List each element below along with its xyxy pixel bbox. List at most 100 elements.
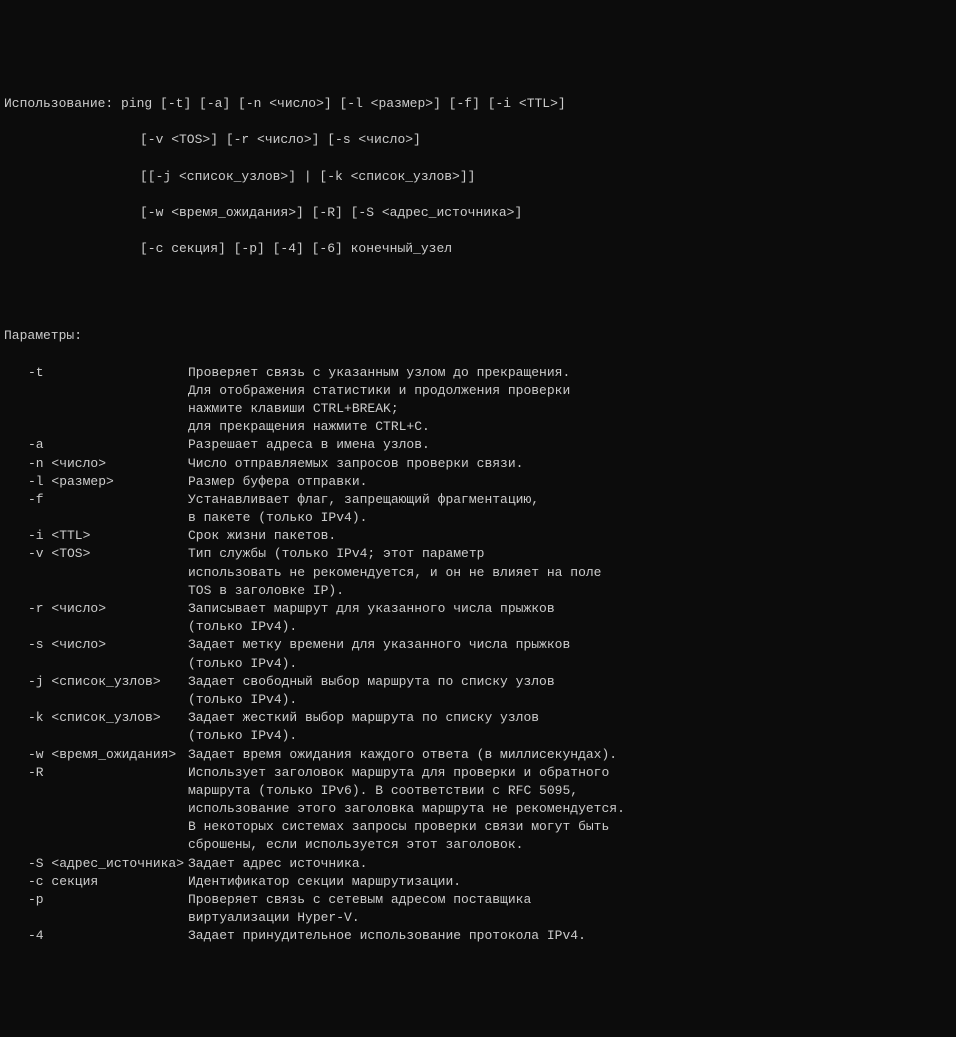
param-description: Задает жесткий выбор маршрута по списку … <box>188 709 952 727</box>
param-row: -S <адрес_источника>Задает адрес источни… <box>4 855 952 873</box>
usage-line-1: [-v <TOS>] [-r <число>] [-s <число>] <box>4 131 952 149</box>
param-row: сброшены, если используется этот заголов… <box>4 836 952 854</box>
param-option <box>4 382 188 400</box>
usage-block: Использование: ping [-t] [-a] [-n <число… <box>4 77 952 277</box>
param-description: нажмите клавиши CTRL+BREAK; <box>188 400 952 418</box>
param-description: Задает адрес источника. <box>188 855 952 873</box>
param-row: -s <число>Задает метку времени для указа… <box>4 636 952 654</box>
param-row: использовать не рекомендуется, и он не в… <box>4 564 952 582</box>
param-row: -n <число>Число отправляемых запросов пр… <box>4 455 952 473</box>
param-option: -t <box>4 364 188 382</box>
param-description: Задает свободный выбор маршрута по списк… <box>188 673 952 691</box>
param-description: Записывает маршрут для указанного числа … <box>188 600 952 618</box>
param-description: Число отправляемых запросов проверки свя… <box>188 455 952 473</box>
param-row: -aРазрешает адреса в имена узлов. <box>4 436 952 454</box>
param-description: использовать не рекомендуется, и он не в… <box>188 564 952 582</box>
param-row: Для отображения статистики и продолжения… <box>4 382 952 400</box>
param-description: Тип службы (только IPv4; этот параметр <box>188 545 952 563</box>
param-row: -k <список_узлов>Задает жесткий выбор ма… <box>4 709 952 727</box>
param-option: -j <список_узлов> <box>4 673 188 691</box>
param-row: -RИспользует заголовок маршрута для пров… <box>4 764 952 782</box>
param-description: Проверяет связь с указанным узлом до пре… <box>188 364 952 382</box>
param-row: в пакете (только IPv4). <box>4 509 952 527</box>
param-option: -f <box>4 491 188 509</box>
param-description: сброшены, если используется этот заголов… <box>188 836 952 854</box>
param-description: (только IPv4). <box>188 618 952 636</box>
param-option <box>4 691 188 709</box>
param-description: Идентификатор секции маршрутизации. <box>188 873 952 891</box>
usage-line-0: Использование: ping [-t] [-a] [-n <число… <box>4 95 952 113</box>
param-option: -n <число> <box>4 455 188 473</box>
param-row: -j <список_узлов>Задает свободный выбор … <box>4 673 952 691</box>
param-row: TOS в заголовке IP). <box>4 582 952 600</box>
param-description: Разрешает адреса в имена узлов. <box>188 436 952 454</box>
param-row: -l <размер>Размер буфера отправки. <box>4 473 952 491</box>
param-option: -S <адрес_источника> <box>4 855 188 873</box>
param-option: -c секция <box>4 873 188 891</box>
param-description: TOS в заголовке IP). <box>188 582 952 600</box>
param-description: Срок жизни пакетов. <box>188 527 952 545</box>
param-option: -s <число> <box>4 636 188 654</box>
param-row: -pПроверяет связь с сетевым адресом пост… <box>4 891 952 909</box>
param-row: -w <время_ожидания>Задает время ожидания… <box>4 746 952 764</box>
param-option <box>4 836 188 854</box>
param-option <box>4 782 188 800</box>
param-row: (только IPv4). <box>4 618 952 636</box>
param-option <box>4 800 188 818</box>
param-option: -w <время_ожидания> <box>4 746 188 764</box>
param-row: для прекращения нажмите CTRL+C. <box>4 418 952 436</box>
param-row: -fУстанавливает флаг, запрещающий фрагме… <box>4 491 952 509</box>
params-header: Параметры: <box>4 327 952 345</box>
param-description: Размер буфера отправки. <box>188 473 952 491</box>
param-row: (только IPv4). <box>4 691 952 709</box>
param-row: использование этого заголовка маршрута н… <box>4 800 952 818</box>
param-option: -p <box>4 891 188 909</box>
param-row: (только IPv4). <box>4 727 952 745</box>
param-option <box>4 618 188 636</box>
param-description: В некоторых системах запросы проверки св… <box>188 818 952 836</box>
params-container: -tПроверяет связь с указанным узлом до п… <box>4 364 952 946</box>
param-description: (только IPv4). <box>188 691 952 709</box>
param-option <box>4 564 188 582</box>
param-option <box>4 818 188 836</box>
param-description: Задает время ожидания каждого ответа (в … <box>188 746 952 764</box>
param-row: -tПроверяет связь с указанным узлом до п… <box>4 364 952 382</box>
param-description: в пакете (только IPv4). <box>188 509 952 527</box>
usage-line-4: [-c секция] [-p] [-4] [-6] конечный_узел <box>4 240 952 258</box>
param-row: (только IPv4). <box>4 655 952 673</box>
param-option <box>4 509 188 527</box>
param-description: (только IPv4). <box>188 727 952 745</box>
param-row: нажмите клавиши CTRL+BREAK; <box>4 400 952 418</box>
param-description: Для отображения статистики и продолжения… <box>188 382 952 400</box>
usage-line-2: [[-j <список_узлов>] | [-k <список_узлов… <box>4 168 952 186</box>
param-description: использование этого заголовка маршрута н… <box>188 800 952 818</box>
param-option <box>4 582 188 600</box>
param-option: -r <число> <box>4 600 188 618</box>
param-description: маршрута (только IPv6). В соответствии с… <box>188 782 952 800</box>
param-row: -r <число>Записывает маршрут для указанн… <box>4 600 952 618</box>
param-row: -v <TOS>Тип службы (только IPv4; этот па… <box>4 545 952 563</box>
param-description: Устанавливает флаг, запрещающий фрагмент… <box>188 491 952 509</box>
param-description: (только IPv4). <box>188 655 952 673</box>
param-row: маршрута (только IPv6). В соответствии с… <box>4 782 952 800</box>
param-description: Использует заголовок маршрута для провер… <box>188 764 952 782</box>
param-option: -k <список_узлов> <box>4 709 188 727</box>
usage-label: Использование: <box>4 96 113 111</box>
param-option <box>4 909 188 927</box>
param-description: для прекращения нажмите CTRL+C. <box>188 418 952 436</box>
param-option <box>4 655 188 673</box>
param-option: -4 <box>4 927 188 945</box>
param-description: виртуализации Hyper-V. <box>188 909 952 927</box>
param-option: -a <box>4 436 188 454</box>
param-row: В некоторых системах запросы проверки св… <box>4 818 952 836</box>
param-option <box>4 727 188 745</box>
param-row: -i <TTL>Срок жизни пакетов. <box>4 527 952 545</box>
param-option: -R <box>4 764 188 782</box>
param-option: -i <TTL> <box>4 527 188 545</box>
usage-text-0: ping [-t] [-a] [-n <число>] [-l <размер>… <box>121 96 566 111</box>
param-option <box>4 400 188 418</box>
param-row: -4Задает принудительное использование пр… <box>4 927 952 945</box>
param-description: Задает принудительное использование прот… <box>188 927 952 945</box>
param-description: Задает метку времени для указанного числ… <box>188 636 952 654</box>
param-option <box>4 418 188 436</box>
